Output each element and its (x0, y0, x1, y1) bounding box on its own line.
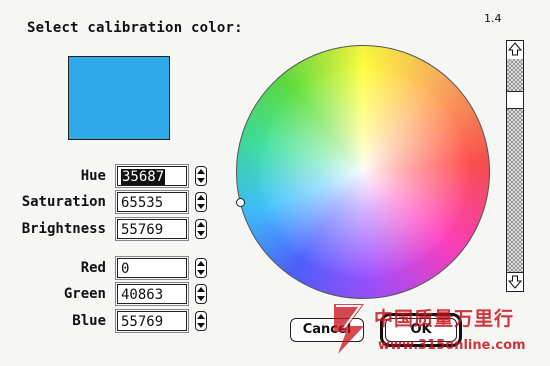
saturation-stepper[interactable] (195, 192, 207, 212)
scroll-up-button[interactable] (507, 41, 523, 60)
color-swatch (68, 56, 170, 140)
scroll-thumb[interactable] (507, 91, 523, 109)
saturation-field[interactable]: 65535 (115, 190, 189, 214)
up-down-arrows-icon (197, 222, 205, 236)
brightness-scrollbar[interactable] (506, 40, 524, 292)
up-down-arrows-icon (197, 195, 205, 209)
green-label: Green (63, 286, 106, 302)
brightness-field[interactable]: 55769 (115, 217, 189, 241)
green-field[interactable]: 40863 (115, 282, 189, 306)
watermark: 中国质量万里行 www.315online.com (330, 296, 545, 362)
saturation-label: Saturation (21, 194, 106, 210)
up-down-arrows-icon (197, 314, 205, 328)
up-down-arrows-icon (197, 287, 205, 301)
scroll-down-button[interactable] (507, 272, 523, 291)
red-field[interactable]: 0 (115, 256, 189, 280)
red-stepper[interactable] (195, 258, 207, 278)
up-arrow-icon (507, 42, 523, 56)
blue-stepper[interactable] (195, 311, 207, 331)
brightness-label: Brightness (21, 221, 106, 237)
blue-field[interactable]: 55769 (115, 309, 189, 333)
version-label: 1.4 (484, 12, 502, 25)
brightness-stepper[interactable] (195, 219, 207, 239)
watermark-url: www.315online.com (378, 338, 526, 353)
dialog-title: Select calibration color: (27, 20, 243, 36)
hue-field[interactable]: 35687 (115, 164, 189, 188)
green-stepper[interactable] (195, 284, 207, 304)
up-down-arrows-icon (197, 169, 205, 183)
red-label: Red (80, 260, 106, 276)
color-wheel[interactable] (236, 45, 490, 299)
down-arrow-icon (507, 275, 523, 289)
blue-label: Blue (72, 313, 106, 329)
up-down-arrows-icon (197, 261, 205, 275)
hue-stepper[interactable] (195, 166, 207, 186)
watermark-brand: 中国质量万里行 (374, 308, 515, 330)
hue-value: 35687 (121, 169, 166, 185)
hue-label: Hue (80, 168, 106, 184)
color-wheel-marker[interactable] (236, 198, 245, 207)
